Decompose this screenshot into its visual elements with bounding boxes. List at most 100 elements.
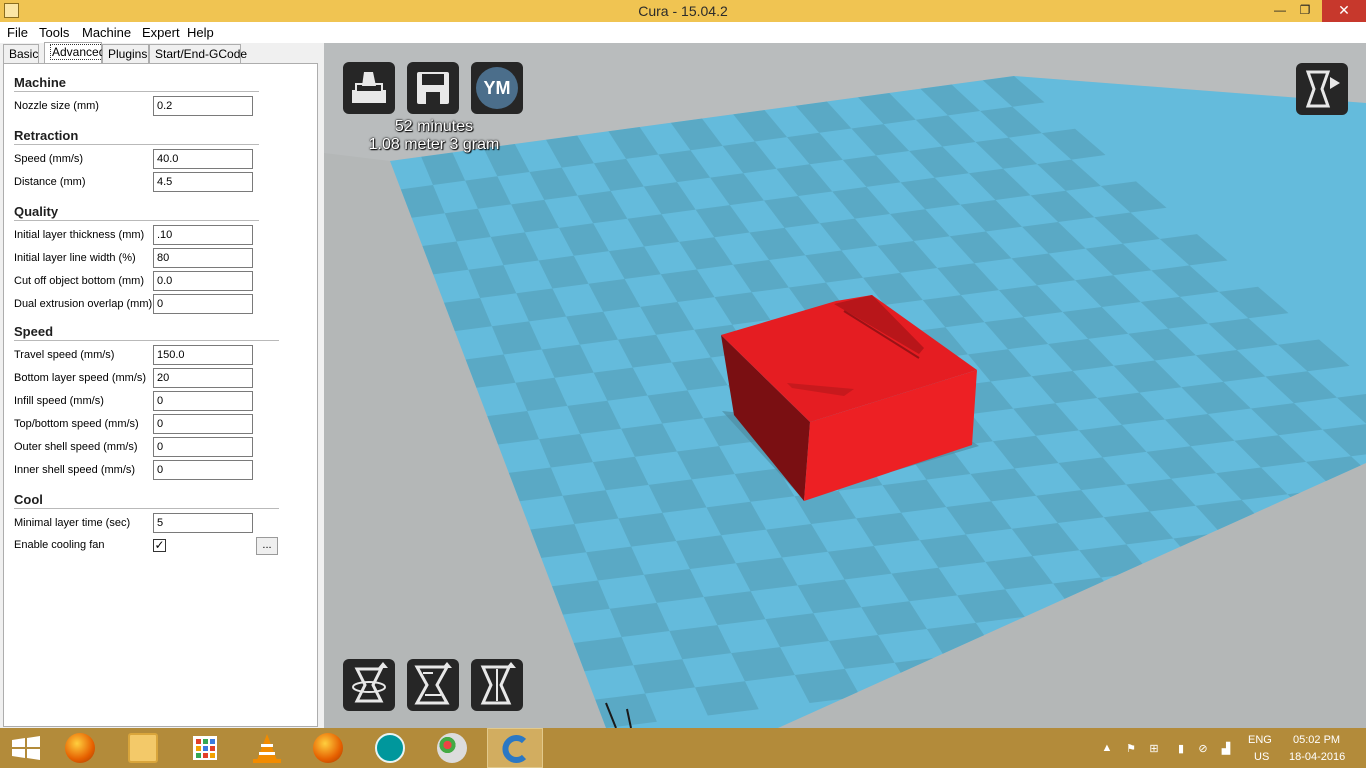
- platform-tile: [1122, 598, 1195, 632]
- floppy-disk-icon: [417, 72, 449, 104]
- mirror-button[interactable]: [471, 659, 523, 711]
- windows-update-icon[interactable]: ⊞: [1147, 742, 1161, 755]
- retraction-distance-input[interactable]: [153, 172, 253, 192]
- enable-cooling-fan-checkbox[interactable]: ✓: [153, 539, 166, 552]
- scale-icon: [414, 662, 452, 705]
- mirror-icon: [480, 662, 516, 705]
- taskbar-paint[interactable]: [425, 728, 481, 768]
- platform-tile: [1267, 521, 1341, 554]
- top-bottom-speed-input[interactable]: [153, 414, 253, 434]
- minimal-layer-time-label: Minimal layer time (sec): [14, 517, 131, 529]
- outer-shell-speed-input[interactable]: [153, 437, 253, 457]
- vlc-cone-icon: [253, 734, 281, 763]
- cura-logo-icon: [502, 735, 527, 763]
- platform-tile: [1024, 610, 1095, 645]
- advanced-settings-panel: Machine Nozzle size (mm) Retraction Spee…: [3, 63, 318, 727]
- section-cool-title: Cool: [14, 492, 43, 507]
- menu-bar: File Tools Machine Expert Help: [0, 22, 1366, 43]
- platform-tile: [1361, 509, 1366, 542]
- menu-tools[interactable]: Tools: [39, 25, 69, 40]
- platform-tile: [1318, 574, 1366, 608]
- enable-cooling-fan-label: Enable cooling fan: [14, 539, 105, 551]
- tab-plugins[interactable]: Plugins: [102, 44, 149, 64]
- menu-help[interactable]: Help: [187, 25, 214, 40]
- section-divider: [14, 144, 259, 145]
- youmagine-button[interactable]: YM: [471, 62, 523, 114]
- taskbar: ▲ ⚑ ⊞ ▮ ⊘ ▟ ENG US 05:02 PM 18-04-2016: [0, 728, 1366, 768]
- action-center-flag-icon[interactable]: ⚑: [1124, 742, 1138, 755]
- bottom-layer-speed-label: Bottom layer speed (mm/s): [14, 372, 147, 384]
- section-speed-title: Speed: [14, 324, 54, 339]
- platform-tile: [1053, 577, 1123, 611]
- clock-date[interactable]: 18-04-2016: [1289, 751, 1345, 763]
- load-model-button[interactable]: [343, 62, 395, 114]
- battery-icon[interactable]: ▮: [1174, 742, 1188, 755]
- infill-speed-input[interactable]: [153, 391, 253, 411]
- show-hidden-icons-icon[interactable]: ▲: [1100, 742, 1114, 754]
- nozzle-size-input[interactable]: [153, 96, 253, 116]
- title-bar: Cura - 15.04.2 — ❐ ✕: [0, 0, 1366, 22]
- volume-muted-icon[interactable]: ⊘: [1196, 742, 1210, 755]
- network-signal-icon[interactable]: ▟: [1219, 742, 1233, 755]
- close-button[interactable]: ✕: [1322, 0, 1366, 22]
- platform-tile: [1340, 541, 1366, 575]
- platform-tile: [994, 644, 1065, 678]
- dual-extrusion-overlap-input[interactable]: [153, 294, 253, 314]
- cut-off-object-bottom-label: Cut off object bottom (mm): [14, 275, 145, 287]
- load-model-icon: [352, 72, 386, 103]
- taskbar-firefox-2[interactable]: [301, 728, 357, 768]
- minimal-layer-time-input[interactable]: [153, 513, 253, 533]
- control-panel-icon: [193, 736, 217, 760]
- rotate-button[interactable]: [343, 659, 395, 711]
- initial-layer-line-width-label: Initial layer line width (%): [14, 252, 136, 264]
- youmagine-icon: YM: [476, 67, 518, 109]
- platform-tile: [894, 656, 963, 691]
- input-language[interactable]: ENG: [1248, 734, 1272, 746]
- cut-off-object-bottom-input[interactable]: [153, 271, 253, 291]
- taskbar-vlc[interactable]: [239, 728, 295, 768]
- firefox-icon: [65, 733, 95, 763]
- menu-file[interactable]: File: [7, 25, 28, 40]
- tab-basic[interactable]: Basic: [3, 44, 39, 64]
- input-region[interactable]: US: [1254, 751, 1269, 763]
- platform-tile: [1294, 607, 1366, 641]
- 3d-viewport[interactable]: YM 52 minutes 1.08 meter 3 gram: [324, 43, 1366, 728]
- section-divider: [14, 91, 259, 92]
- section-retraction-title: Retraction: [14, 128, 79, 143]
- tab-advanced[interactable]: Advanced: [44, 42, 108, 64]
- paint-palette-icon: [437, 733, 467, 763]
- initial-layer-thickness-input[interactable]: [153, 225, 253, 245]
- cooling-fan-settings-button[interactable]: ...: [256, 537, 278, 555]
- scale-button[interactable]: [407, 659, 459, 711]
- tab-start-end-gcode[interactable]: Start/End-GCode: [149, 44, 247, 64]
- clock-time[interactable]: 05:02 PM: [1293, 734, 1340, 746]
- inner-shell-speed-label: Inner shell speed (mm/s): [14, 464, 136, 476]
- taskbar-file-explorer[interactable]: [116, 728, 172, 768]
- section-quality-title: Quality: [14, 204, 59, 219]
- retraction-distance-label: Distance (mm): [14, 176, 86, 188]
- view-mode-button[interactable]: [1296, 63, 1348, 115]
- taskbar-control-panel[interactable]: [177, 728, 233, 768]
- platform-tile: [1287, 488, 1362, 521]
- travel-speed-input[interactable]: [153, 345, 253, 365]
- initial-layer-line-width-input[interactable]: [153, 248, 253, 268]
- print-material: 1.08 meter 3 gram: [368, 136, 500, 153]
- platform-tile: [1094, 632, 1166, 666]
- retraction-speed-input[interactable]: [153, 149, 253, 169]
- taskbar-arduino[interactable]: [363, 728, 419, 768]
- bottom-layer-speed-input[interactable]: [153, 368, 253, 388]
- platform-tile: [1148, 565, 1221, 599]
- save-gcode-button[interactable]: [407, 62, 459, 114]
- maximize-button[interactable]: ❐: [1291, 0, 1319, 22]
- dual-extrusion-overlap-label: Dual extrusion overlap (mm): [14, 298, 153, 310]
- inner-shell-speed-input[interactable]: [153, 460, 253, 480]
- menu-expert[interactable]: Expert: [142, 25, 180, 40]
- top-bottom-speed-label: Top/bottom speed (mm/s): [14, 418, 139, 430]
- start-button[interactable]: [0, 728, 56, 768]
- tab-advanced-label: Advanced: [50, 44, 108, 60]
- minimize-button[interactable]: —: [1266, 0, 1294, 22]
- taskbar-cura[interactable]: [487, 728, 543, 768]
- taskbar-firefox[interactable]: [53, 728, 109, 768]
- menu-machine[interactable]: Machine: [82, 25, 131, 40]
- print-time: 52 minutes: [394, 118, 474, 135]
